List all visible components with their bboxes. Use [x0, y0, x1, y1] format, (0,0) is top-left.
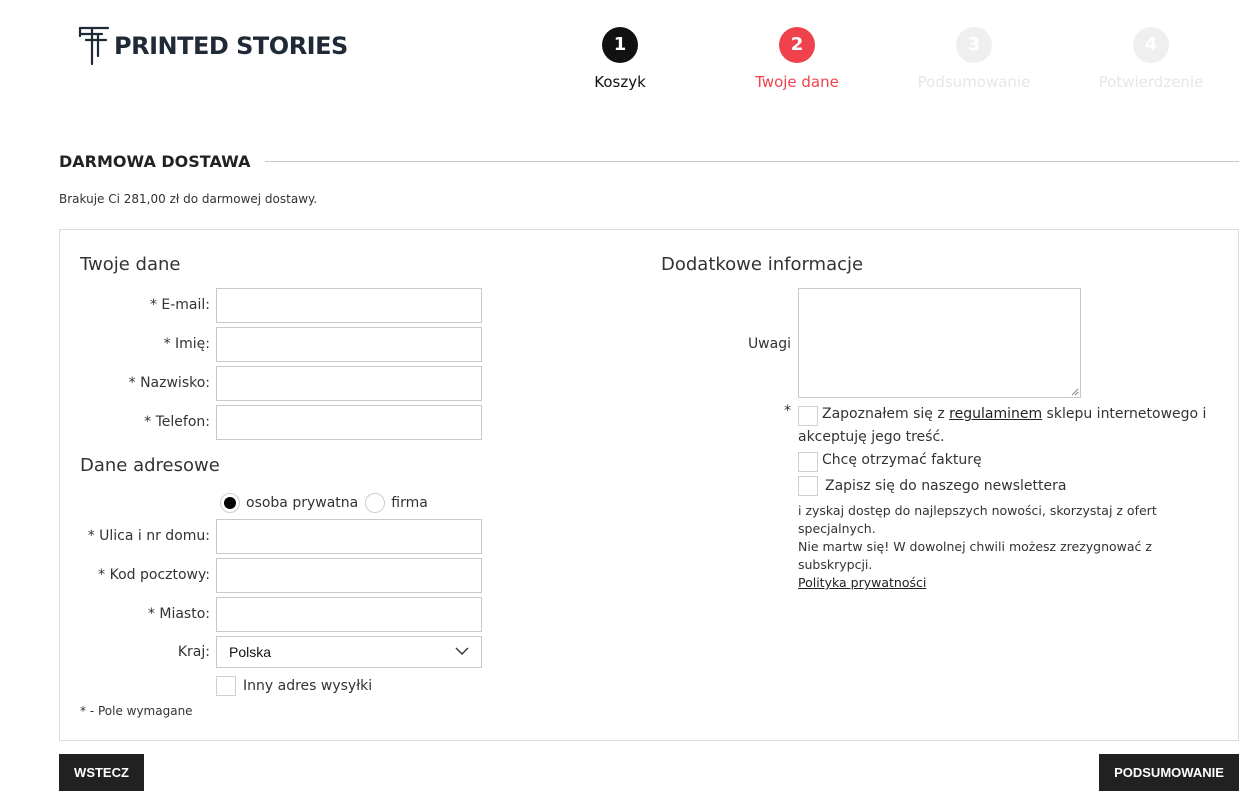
- summary-button[interactable]: PODSUMOWANIE: [1099, 754, 1239, 791]
- customer-type-group: osoba prywatna firma: [220, 493, 428, 513]
- step-label: Koszyk: [594, 73, 646, 91]
- private-person-radio[interactable]: [220, 493, 240, 513]
- city-label: * Miasto:: [147, 606, 210, 622]
- step-cart[interactable]: 1 Koszyk: [530, 27, 710, 91]
- step-label: Podsumowanie: [917, 73, 1031, 91]
- notes-textarea[interactable]: [798, 288, 1081, 398]
- newsletter-desc-line2: Nie martw się! W dowolnej chwili możesz …: [798, 539, 1152, 572]
- other-address-label[interactable]: Inny adres wysyłki: [243, 678, 372, 694]
- back-button[interactable]: WSTECZ: [59, 754, 144, 791]
- email-label: * E-mail:: [149, 297, 210, 313]
- other-address-checkbox[interactable]: [216, 676, 236, 696]
- free-shipping-title: DARMOWA DOSTAWA: [59, 151, 251, 171]
- free-shipping-header: DARMOWA DOSTAWA: [59, 150, 1239, 172]
- step-confirmation: 4 Potwierdzenie: [1061, 27, 1241, 91]
- invoice-label[interactable]: Chcę otrzymać fakturę: [822, 452, 982, 468]
- step-summary: 3 Podsumowanie: [884, 27, 1064, 91]
- personal-data-title: Twoje dane: [80, 254, 181, 275]
- country-label: Kraj:: [177, 644, 210, 660]
- address-title: Dane adresowe: [80, 455, 220, 476]
- company-label[interactable]: firma: [391, 495, 428, 511]
- required-fields-note: * - Pole wymagane: [80, 704, 193, 718]
- last-name-field[interactable]: [216, 366, 482, 401]
- private-person-label[interactable]: osoba prywatna: [246, 495, 358, 511]
- first-name-label: * Imię:: [163, 336, 210, 352]
- street-label: * Ulica i nr domu:: [87, 528, 210, 544]
- free-shipping-info: Brakuje Ci 281,00 zł do darmowej dostawy…: [59, 192, 318, 206]
- postal-code-field[interactable]: [216, 558, 482, 593]
- step-number: 2: [779, 27, 815, 63]
- chevron-down-icon: [455, 647, 469, 655]
- newsletter-description: i zyskaj dostęp do najlepszych nowości, …: [798, 502, 1228, 592]
- city-field[interactable]: [216, 597, 482, 632]
- phone-label: * Telefon:: [144, 414, 210, 430]
- company-radio[interactable]: [365, 493, 386, 513]
- step-your-data: 2 Twoje dane: [707, 27, 887, 91]
- postal-code-label: * Kod pocztowy:: [98, 567, 210, 583]
- last-name-label: * Nazwisko:: [128, 375, 210, 391]
- additional-info-title: Dodatkowe informacje: [661, 254, 864, 275]
- step-number: 3: [956, 27, 992, 63]
- logo-text: PRINTED STORIES: [114, 32, 348, 60]
- phone-field[interactable]: [216, 405, 482, 440]
- terms-link[interactable]: regulaminem: [949, 406, 1042, 422]
- terms-text: Zapoznałem się z regulaminem sklepu inte…: [822, 406, 1207, 422]
- step-label: Twoje dane: [755, 73, 839, 91]
- newsletter-desc-line1: i zyskaj dostęp do najlepszych nowości, …: [798, 503, 1157, 536]
- first-name-field[interactable]: [216, 327, 482, 362]
- step-number: 1: [602, 27, 638, 63]
- street-field[interactable]: [216, 519, 482, 554]
- terms-checkbox[interactable]: [798, 406, 818, 426]
- terms-text-line2: akceptuję jego treść.: [798, 429, 945, 445]
- step-number: 4: [1133, 27, 1169, 63]
- checkout-form-panel: Twoje dane * E-mail: * Imię: * Nazwisko:…: [59, 229, 1239, 741]
- divider: [265, 160, 1239, 162]
- logo[interactable]: PRINTED STORIES: [78, 26, 348, 66]
- email-field[interactable]: [216, 288, 482, 323]
- invoice-checkbox[interactable]: [798, 452, 818, 472]
- step-label: Potwierdzenie: [1098, 73, 1204, 91]
- newsletter-label[interactable]: Zapisz się do naszego newslettera: [825, 478, 1066, 494]
- resize-handle-icon[interactable]: [1071, 388, 1079, 396]
- country-select[interactable]: Polska: [216, 636, 482, 668]
- notes-label: Uwagi: [747, 336, 791, 352]
- country-value: Polska: [229, 644, 272, 660]
- privacy-policy-link[interactable]: Polityka prywatności: [798, 575, 926, 590]
- checkout-steps: 1 Koszyk 2 Twoje dane 3 Podsumowanie 4 P…: [530, 27, 1240, 97]
- terms-required-star: *: [784, 403, 791, 419]
- logo-icon: [78, 26, 110, 66]
- newsletter-checkbox[interactable]: [798, 476, 818, 496]
